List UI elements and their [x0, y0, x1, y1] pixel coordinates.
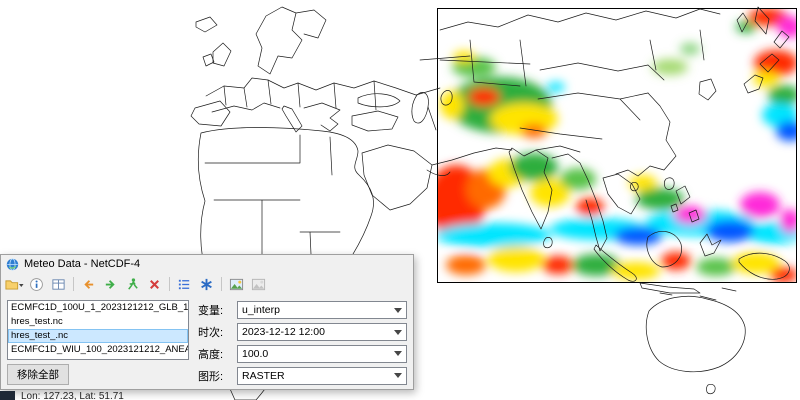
meteo-data-dialog: Meteo Data - NetCDF-4 — [0, 254, 414, 390]
file-list-item-selected[interactable]: hres_test_.nc — [8, 329, 188, 343]
map-image-icon[interactable] — [227, 275, 246, 293]
level-select[interactable]: 100.0 — [237, 345, 407, 363]
level-value: 100.0 — [242, 348, 394, 360]
variable-value: u_interp — [242, 304, 394, 316]
delete-icon[interactable] — [145, 275, 164, 293]
parameter-fields: 变量: u_interp 时次: 2023-12-12 12:00 高度: 10… — [198, 300, 407, 385]
toolbar-separator — [73, 277, 74, 291]
graphic-label: 图形: — [198, 368, 230, 384]
dialog-titlebar[interactable]: Meteo Data - NetCDF-4 — [1, 255, 413, 273]
cursor-position: Lon: 127.23, Lat: 51.71 — [21, 391, 124, 400]
field-variable: 变量: u_interp — [198, 301, 407, 320]
remove-all-button[interactable]: 移除全部 — [7, 364, 69, 385]
run-icon[interactable] — [123, 275, 142, 293]
field-list-icon[interactable] — [175, 275, 194, 293]
time-select[interactable]: 2023-12-12 12:00 — [237, 323, 407, 341]
field-level: 高度: 100.0 — [198, 345, 407, 364]
file-list-item[interactable]: ECMFC1D_100U_1_2023121212_GLB_1.grib1 — [8, 301, 188, 315]
variable-label: 变量: — [198, 302, 230, 318]
process-settings-icon[interactable] — [197, 275, 216, 293]
dialog-body: ECMFC1D_100U_1_2023121212_GLB_1.grib1 hr… — [1, 295, 413, 389]
file-panel: ECMFC1D_100U_1_2023121212_GLB_1.grib1 hr… — [7, 300, 189, 385]
toolbar-separator — [221, 277, 222, 291]
time-label: 时次: — [198, 324, 230, 340]
variable-select[interactable]: u_interp — [237, 301, 407, 319]
chevron-down-icon — [394, 351, 402, 356]
app-taskbar-icon — [0, 391, 15, 400]
app-icon — [6, 258, 19, 271]
file-list[interactable]: ECMFC1D_100U_1_2023121212_GLB_1.grib1 hr… — [7, 300, 189, 360]
dialog-toolbar — [1, 273, 413, 295]
graphic-value: RASTER — [242, 370, 394, 382]
info-icon[interactable] — [27, 275, 46, 293]
chevron-down-icon — [394, 330, 402, 335]
graphic-select[interactable]: RASTER — [237, 367, 407, 385]
forward-arrow-icon[interactable] — [101, 275, 120, 293]
file-list-item[interactable]: ECMFC1D_WIU_100_2023121212_ANEA_1.grib1 — [8, 343, 188, 357]
open-folder-menu-icon[interactable] — [5, 275, 24, 293]
raster-field-image — [438, 9, 796, 282]
file-list-item[interactable]: hres_test.nc — [8, 315, 188, 329]
map-image-disabled-icon — [249, 275, 268, 293]
status-bar: Lon: 127.23, Lat: 51.71 — [0, 391, 124, 400]
back-arrow-icon[interactable] — [79, 275, 98, 293]
data-grid-icon[interactable] — [49, 275, 68, 293]
toolbar-separator — [169, 277, 170, 291]
chevron-down-icon — [394, 373, 402, 378]
level-label: 高度: — [198, 346, 230, 362]
chevron-down-icon — [394, 308, 402, 313]
dialog-title: Meteo Data - NetCDF-4 — [24, 258, 140, 270]
time-value: 2023-12-12 12:00 — [242, 326, 394, 338]
raster-data-region[interactable] — [437, 8, 797, 283]
field-graphic: 图形: RASTER — [198, 366, 407, 385]
field-time: 时次: 2023-12-12 12:00 — [198, 323, 407, 342]
